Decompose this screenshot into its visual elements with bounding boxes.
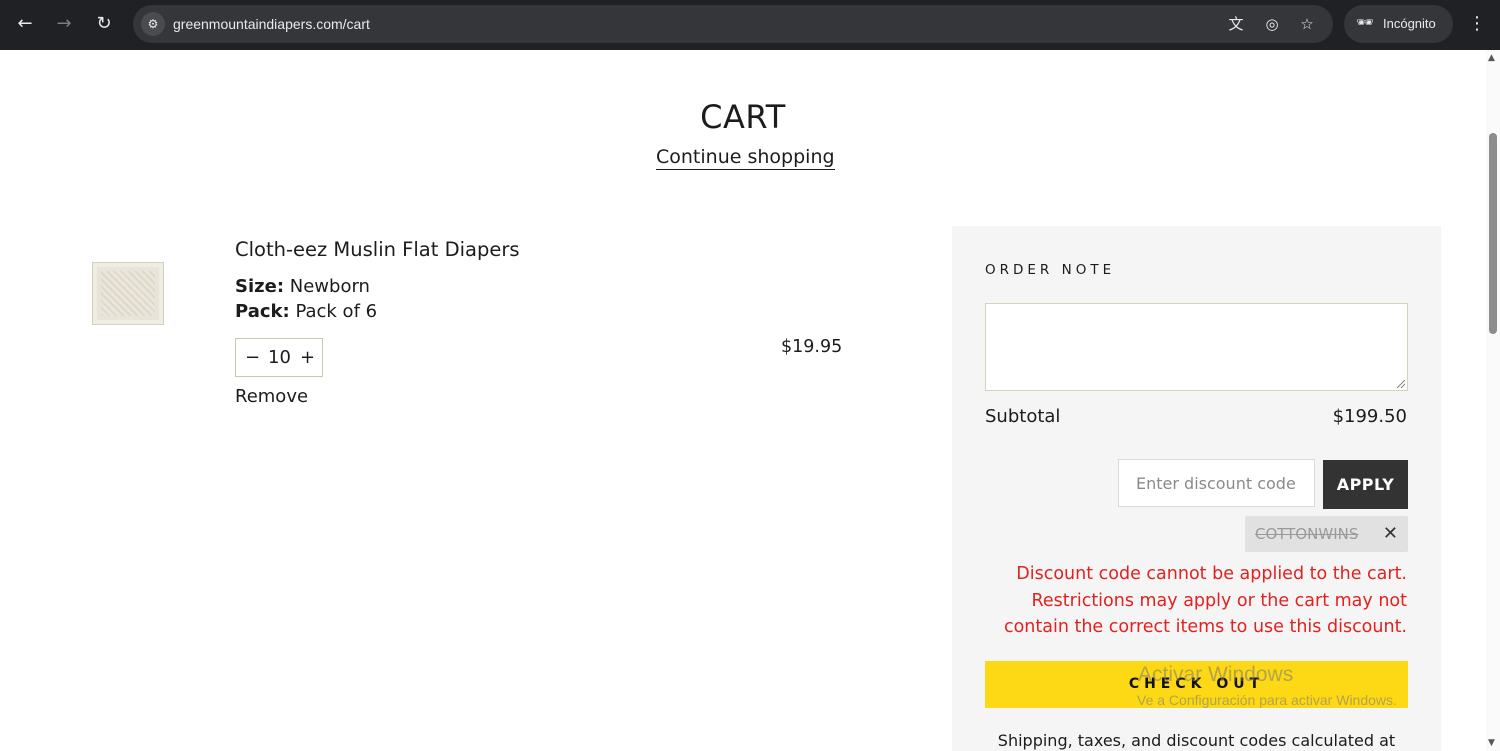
page-title: CART — [700, 98, 786, 136]
product-image[interactable] — [92, 262, 164, 325]
forward-button[interactable]: → — [50, 10, 78, 38]
resize-handle-icon[interactable] — [1397, 380, 1405, 388]
browser-toolbar: ← → ↻ ⚙ greenmountaindiapers.com/cart 文 … — [0, 0, 1500, 50]
incognito-icon: 🕶 — [1356, 14, 1374, 30]
page-scrollbar[interactable]: ▲ ▼ — [1486, 50, 1500, 751]
size-label: Size: — [235, 276, 285, 297]
back-arrow-icon: ← — [17, 13, 33, 34]
quantity-increase-button[interactable]: + — [300, 339, 315, 376]
applied-discount-tag: COTTONWINS ✕ — [1245, 516, 1408, 552]
url-text[interactable]: greenmountaindiapers.com/cart — [173, 5, 370, 43]
tracking-protection-icon[interactable]: ◎ — [1262, 14, 1282, 34]
pack-value: Pack of 6 — [295, 301, 378, 322]
scrollbar-thumb[interactable] — [1489, 133, 1497, 334]
line-item-price: $19.95 — [781, 337, 843, 357]
quantity-stepper: − 10 + — [235, 338, 323, 377]
scroll-up-icon[interactable]: ▲ — [1488, 53, 1495, 63]
incognito-button[interactable]: 🕶 Incógnito — [1344, 5, 1453, 43]
quantity-value[interactable]: 10 — [268, 339, 291, 376]
reload-button[interactable]: ↻ — [90, 10, 118, 38]
order-note-label: ORDER NOTE — [985, 262, 1116, 278]
browser-menu-icon[interactable]: ⋮ — [1466, 10, 1488, 38]
scroll-down-icon[interactable]: ▼ — [1488, 738, 1495, 748]
discount-code-text: COTTONWINS — [1255, 525, 1359, 543]
address-bar[interactable]: ⚙ greenmountaindiapers.com/cart 文 ◎ ☆ — [133, 5, 1333, 43]
windows-watermark-subtitle: Ve a Configuración para activar Windows. — [1137, 692, 1397, 708]
incognito-label: Incógnito — [1383, 16, 1436, 31]
subtotal-label: Subtotal — [985, 406, 1061, 427]
size-value: Newborn — [289, 276, 370, 297]
remove-discount-icon[interactable]: ✕ — [1383, 516, 1398, 552]
discount-code-input[interactable]: Enter discount code — [1118, 459, 1315, 507]
product-title[interactable]: Cloth-eez Muslin Flat Diapers — [235, 238, 520, 261]
discount-error-message: Discount code cannot be applied to the c… — [1003, 564, 1407, 637]
pack-option: Pack: Pack of 6 — [235, 301, 377, 322]
size-option: Size: Newborn — [235, 276, 370, 297]
translate-icon[interactable]: 文 — [1226, 14, 1246, 34]
pack-label: Pack: — [235, 301, 290, 322]
remove-item-link[interactable]: Remove — [235, 386, 308, 407]
windows-watermark-title: Activar Windows — [1138, 663, 1294, 686]
quantity-decrease-button[interactable]: − — [245, 339, 260, 376]
reload-icon: ↻ — [96, 13, 112, 34]
apply-discount-button[interactable]: APPLY — [1323, 460, 1408, 509]
shipping-note: Shipping, taxes, and discount codes calc… — [997, 731, 1396, 750]
forward-arrow-icon: → — [56, 13, 72, 34]
subtotal-value: $199.50 — [1332, 406, 1407, 427]
order-note-textarea[interactable] — [985, 303, 1408, 391]
continue-shopping-link[interactable]: Continue shopping — [656, 145, 835, 170]
bookmark-star-icon[interactable]: ☆ — [1297, 14, 1317, 34]
back-button[interactable]: ← — [11, 10, 39, 38]
site-info-icon[interactable]: ⚙ — [141, 12, 165, 36]
